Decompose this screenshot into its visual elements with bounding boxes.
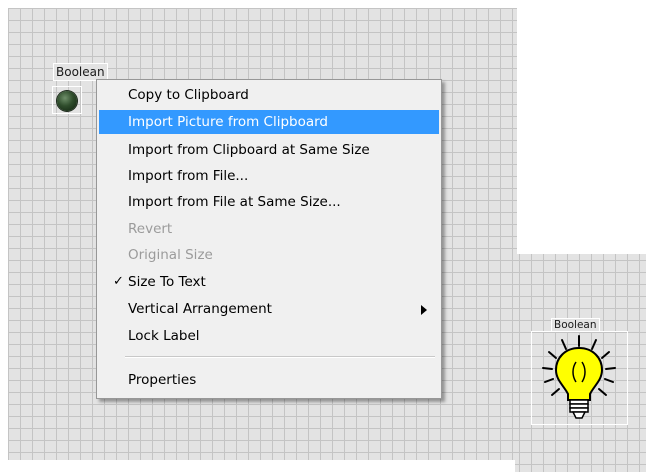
led-icon (57, 91, 77, 111)
submenu-arrow-icon (421, 305, 427, 315)
menu-item-label: Import from Clipboard at Same Size (128, 142, 370, 158)
menu-item-label: Import from File at Same Size... (128, 194, 341, 210)
menu-item-import-clipboard-same-size[interactable]: Import from Clipboard at Same Size (99, 138, 439, 162)
menu-item-import-from-file[interactable]: Import from File... (99, 164, 439, 188)
menu-item-import-picture-from-clipboard[interactable]: Import Picture from Clipboard (99, 110, 439, 134)
menu-item-original-size: Original Size (99, 243, 439, 267)
menu-item-label: Import Picture from Clipboard (128, 114, 329, 130)
context-menu: Copy to Clipboard Import Picture from Cl… (96, 79, 442, 399)
menu-item-label: Import from File... (128, 168, 249, 184)
menu-item-label: Properties (128, 372, 197, 388)
menu-item-label: Revert (128, 221, 173, 237)
menu-item-label: Size To Text (128, 274, 206, 290)
menu-item-import-file-same-size[interactable]: Import from File at Same Size... (99, 190, 439, 214)
menu-separator (125, 356, 435, 358)
menu-item-properties[interactable]: Properties (99, 368, 439, 392)
boolean-led-control[interactable] (52, 86, 82, 114)
boolean-bulb-control[interactable] (531, 331, 628, 425)
menu-item-label: Vertical Arrangement (128, 301, 272, 317)
boolean-bulb-label[interactable]: Boolean (551, 318, 600, 332)
menu-item-revert: Revert (99, 217, 439, 241)
menu-item-copy-to-clipboard[interactable]: Copy to Clipboard (99, 83, 439, 107)
menu-item-label: Original Size (128, 247, 213, 263)
checkmark-icon: ✓ (113, 274, 124, 289)
menu-item-vertical-arrangement[interactable]: Vertical Arrangement (99, 297, 439, 321)
light-bulb-icon (542, 335, 616, 419)
menu-item-label: Lock Label (128, 328, 200, 344)
menu-item-label: Copy to Clipboard (128, 87, 249, 103)
menu-item-size-to-text[interactable]: ✓ Size To Text (99, 270, 439, 294)
menu-item-lock-label[interactable]: Lock Label (99, 324, 439, 348)
